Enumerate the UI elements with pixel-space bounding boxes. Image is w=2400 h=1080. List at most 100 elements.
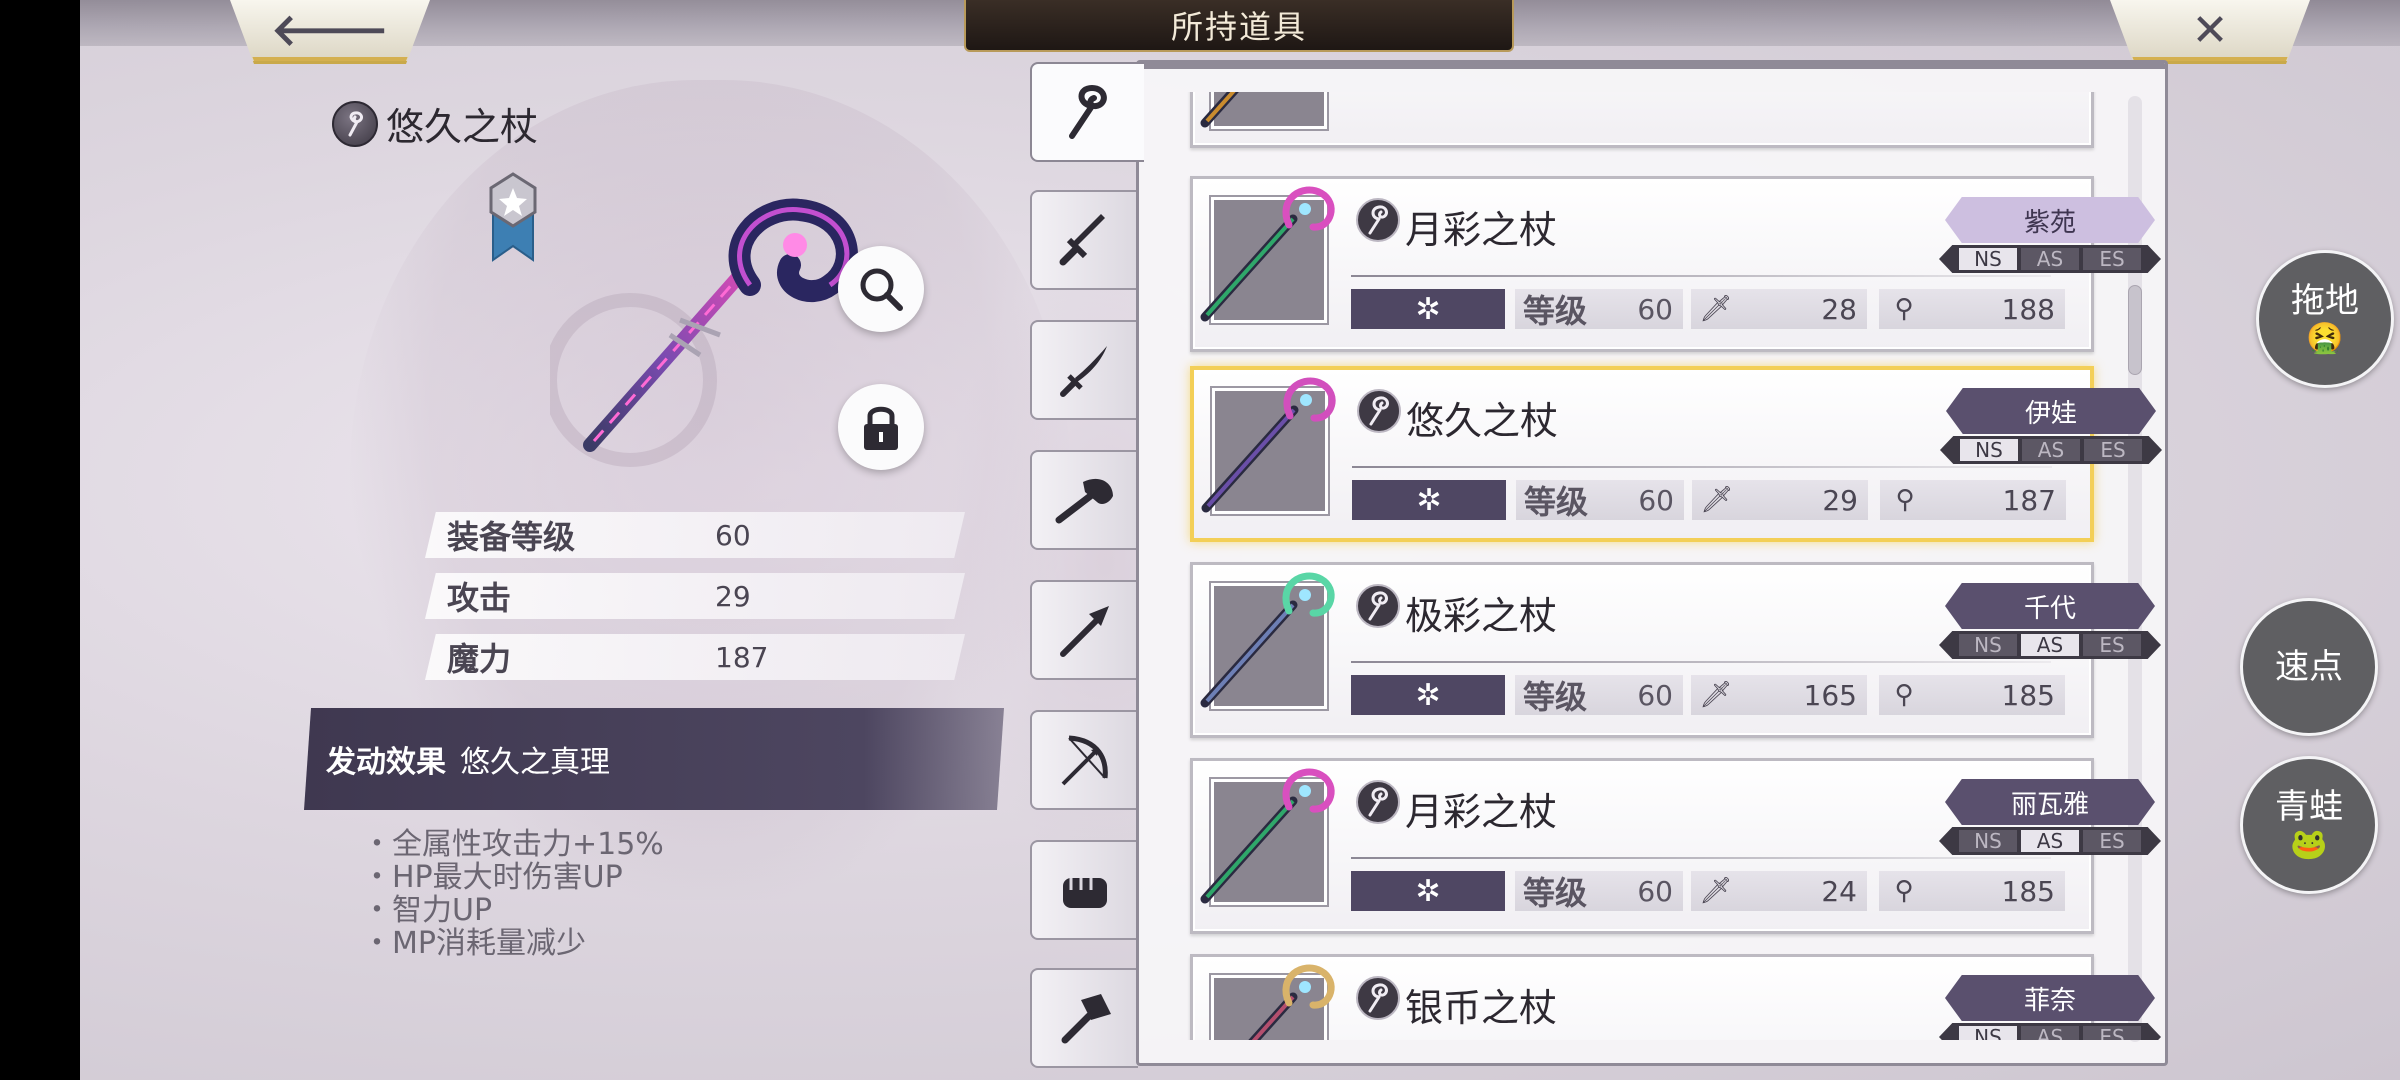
level-value: 60 [1637,678,1673,712]
staff-stat-icon: ⚲ [1894,680,1914,710]
close-button[interactable]: ✕ [2110,0,2310,64]
item-card[interactable]: 月彩之杖 紫苑 NS AS ES ✲ 等级 60 🗡 28 ⚲ 188 [1190,176,2161,352]
element-slot: ✲ [1351,289,1505,329]
level-label: 等级 [1523,292,1588,330]
card-divider [1352,466,2052,468]
magic-value: 187 [2002,483,2056,517]
mode-as: AS [2021,634,2079,656]
owner-badge: 丽瓦雅 [1945,779,2155,825]
level-label: 等级 [1523,678,1588,716]
game-screen: 🡐 所持道具 ✕ 悠久之杖 装备等级 60 攻击 29 魔力 187 发动效果 … [80,0,2400,1080]
attack-stat: 🗡 24 [1691,871,1867,911]
side-button-label: 拖地 [2291,281,2359,321]
item-card[interactable]: 月彩之杖 丽瓦雅 NS AS ES ✲ 等级 60 🗡 24 ⚲ 185 [1190,758,2161,934]
staff-stat-icon: ⚲ [1895,485,1915,515]
staff-icon [1069,84,1107,139]
item-card-name: 月彩之杖 [1405,208,1558,252]
owner-badge: 紫苑 [1945,197,2155,243]
title-plate: 所持道具 [964,0,1514,52]
item-card-name: 月彩之杖 [1405,790,1558,834]
staff-stat-icon: ⚲ [1894,876,1914,906]
magic-stat: ⚲ 188 [1879,289,2065,329]
mode-es: ES [2083,830,2141,852]
mode-strip: NS AS ES [1939,631,2161,659]
magic-stat: ⚲ 187 [1880,480,2066,520]
magic-stat: ⚲ 185 [1879,675,2065,715]
staff-thumbnail-icon [1200,186,1335,322]
level-label: 等级 [1524,483,1589,521]
attack-value: 28 [1821,292,1857,326]
mode-as: AS [2022,439,2080,461]
level-label: 等级 [1523,874,1588,912]
side-button-label: 速点 [2275,647,2343,687]
mode-es: ES [2084,439,2142,461]
mode-es: ES [2083,248,2141,270]
level-value: 60 [1638,483,1674,517]
attack-value: 165 [1803,678,1857,712]
quick-tap-button[interactable]: 速点 [2240,598,2378,736]
attack-stat: 🗡 165 [1691,675,1867,715]
staff-type-icon [1355,975,1401,1025]
side-button-label: 青蛙 [2275,787,2343,827]
item-card-name: 银币之杖 [1405,986,1558,1030]
frog-button[interactable]: 青蛙 🐸 [2240,756,2378,894]
owner-badge: 千代 [1945,583,2155,629]
mode-strip: NS AS ES [1939,827,2161,855]
sparkle-icon: ✲ [1415,873,1441,909]
back-button[interactable]: 🡐 [230,0,430,64]
magic-value: 185 [2001,678,2055,712]
item-card[interactable]: 悠久之杖 伊娃 NS AS ES ✲ 等级 60 🗡 29 ⚲ 187 [1190,366,2162,542]
staff-type-icon [1355,779,1401,829]
staff-type-icon [1356,388,1402,438]
sword-stat-icon: 🗡 [1699,680,1733,710]
level-stat: 等级 60 [1515,871,1683,912]
level-stat: 等级 60 [1515,675,1683,716]
mode-strip: NS AS ES [1940,436,2162,464]
element-slot: ✲ [1351,871,1505,911]
level-value: 60 [1637,874,1673,908]
staff-stat-icon: ⚲ [1894,294,1914,324]
staff-type-icon [1355,583,1401,633]
drag-mop-button[interactable]: 拖地 🤮 [2256,250,2394,388]
staff-thumbnail-icon [1200,572,1335,708]
page-title: 所持道具 [1170,8,1307,46]
panel-frame [1139,63,2165,69]
staff-thumbnail-icon [1200,768,1335,904]
attack-stat: 🗡 28 [1691,289,1867,329]
sparkle-icon: ✲ [1415,677,1441,713]
level-value: 60 [1637,292,1673,326]
magic-stat: ⚲ 185 [1879,871,2065,911]
card-divider [1351,661,2051,663]
attack-value: 24 [1821,874,1857,908]
owner-badge: 菲奈 [1945,975,2155,1021]
frog-icon: 🐸 [2290,827,2328,862]
tab-staff[interactable] [1030,62,1144,162]
staff-type-icon [1355,197,1401,247]
sparkle-icon: ✲ [1416,482,1442,518]
card-divider [1351,857,2051,859]
element-slot: ✲ [1351,675,1505,715]
mode-ns: NS [1959,634,2017,656]
mode-es: ES [2083,634,2141,656]
card-divider [1351,275,2051,277]
mode-ns: NS [1959,248,2017,270]
staff-thumbnail-icon [1201,377,1336,513]
mode-as: AS [2021,830,2079,852]
sparkle-icon: ✲ [1415,291,1441,327]
mode-as: AS [2021,248,2079,270]
level-stat: 等级 60 [1516,480,1684,521]
item-card-name: 悠久之杖 [1406,399,1559,443]
attack-value: 29 [1822,483,1858,517]
item-list: ✲ 等级 60 🗡 23 ⚲ 190 月彩之杖紫苑NSASES✲ 等级 60 🗡… [80,92,2400,1040]
mode-strip: NS AS ES [1939,245,2161,273]
magic-value: 188 [2001,292,2055,326]
mode-ns: NS [1959,830,2017,852]
element-slot: ✲ [1352,480,1506,520]
back-arrow-icon: 🡐 [271,4,389,56]
nauseated-face-icon: 🤮 [2306,321,2344,356]
sword-stat-icon: 🗡 [1699,294,1733,324]
mode-ns: NS [1960,439,2018,461]
item-card[interactable]: 极彩之杖 千代 NS AS ES ✲ 等级 60 🗡 165 ⚲ 185 [1190,562,2161,738]
sword-stat-icon: 🗡 [1699,876,1733,906]
sword-stat-icon: 🗡 [1700,485,1734,515]
